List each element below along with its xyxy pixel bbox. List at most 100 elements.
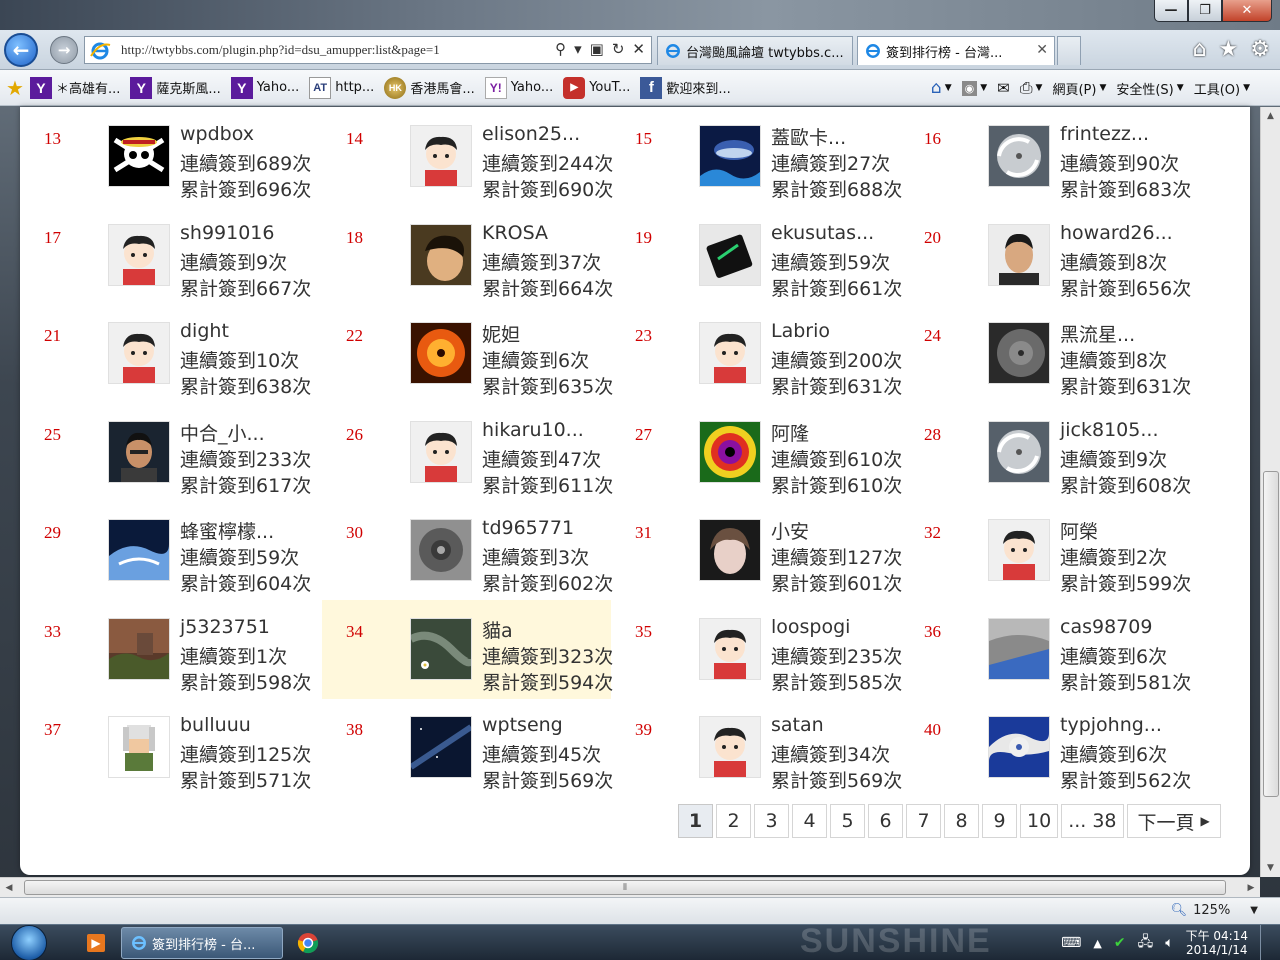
username-link[interactable]: elison25... — [482, 123, 580, 145]
user-avatar[interactable] — [988, 618, 1050, 680]
username-link[interactable]: frintezz... — [1060, 123, 1149, 145]
restore-button[interactable]: ❐ — [1188, 0, 1222, 22]
taskbar-ie-window[interactable]: 簽到排行榜 - 台... — [121, 927, 283, 959]
username-link[interactable]: KROSA — [482, 222, 548, 244]
vertical-scroll-thumb[interactable] — [1263, 471, 1279, 797]
security-check-icon[interactable]: ✔ — [1114, 935, 1126, 951]
start-button[interactable] — [4, 925, 54, 960]
user-avatar[interactable] — [699, 224, 761, 286]
user-avatar[interactable] — [988, 224, 1050, 286]
username-link[interactable]: jick8105... — [1060, 419, 1158, 441]
home-icon[interactable]: ⌂ — [1193, 37, 1207, 62]
stop-icon[interactable]: ✕ — [632, 40, 645, 58]
page-link[interactable]: 9 — [982, 804, 1017, 838]
user-avatar[interactable] — [988, 322, 1050, 384]
username-link[interactable]: wptseng — [482, 714, 563, 736]
taskbar-chrome[interactable] — [288, 927, 328, 959]
scroll-left-icon[interactable]: ◀ — [0, 878, 18, 897]
network-icon[interactable]: 🖧︎ — [1138, 931, 1154, 955]
user-avatar[interactable] — [699, 322, 761, 384]
compat-view-icon[interactable]: ▣ — [590, 40, 604, 58]
home-menu[interactable]: ⌂ ▼ — [931, 78, 952, 98]
user-avatar[interactable] — [988, 519, 1050, 581]
username-link[interactable]: typjohng... — [1060, 714, 1162, 736]
address-bar[interactable]: http://twtybbs.com/plugin.php?id=dsu_amu… — [84, 36, 652, 64]
scroll-up-icon[interactable]: ▲ — [1261, 107, 1280, 125]
user-avatar[interactable] — [410, 224, 472, 286]
favorite-link[interactable]: Y 薩克斯風... — [130, 76, 221, 99]
favorite-link[interactable]: f 歡迎來到... — [640, 76, 731, 99]
taskbar-media-player[interactable]: ▶ — [76, 927, 116, 959]
username-link[interactable]: 阿隆 — [771, 419, 809, 446]
user-avatar[interactable] — [699, 716, 761, 778]
user-avatar[interactable] — [410, 519, 472, 581]
user-avatar[interactable] — [410, 125, 472, 187]
tab-twtybbs[interactable]: 台灣颱風論壇 twtybbs.c... — [657, 36, 853, 65]
clock[interactable]: 下午 04:14 2014/1/14 — [1186, 929, 1248, 957]
zoom-control[interactable]: 🔍︎ 125% ▼ — [1171, 903, 1258, 918]
user-avatar[interactable] — [108, 421, 170, 483]
vertical-scrollbar[interactable]: ▲ ▼ — [1260, 107, 1280, 877]
print-menu[interactable]: ⎙ ▼ — [1020, 78, 1043, 98]
username-link[interactable]: howard26... — [1060, 222, 1173, 244]
user-avatar[interactable] — [988, 716, 1050, 778]
user-avatar[interactable] — [988, 421, 1050, 483]
username-link[interactable]: ekusutas... — [771, 222, 874, 244]
close-window-button[interactable]: ✕ — [1222, 0, 1272, 22]
favorite-link[interactable]: ▶ YouT... — [563, 76, 630, 99]
back-button[interactable]: ← — [4, 33, 38, 67]
username-link[interactable]: 妮妲 — [482, 320, 520, 347]
new-tab-button[interactable] — [1057, 36, 1081, 65]
user-avatar[interactable] — [410, 421, 472, 483]
page-link[interactable]: 7 — [906, 804, 941, 838]
user-avatar[interactable] — [699, 125, 761, 187]
username-link[interactable]: td965771 — [482, 517, 574, 539]
username-link[interactable]: 黑流星... — [1060, 320, 1135, 347]
favorite-link[interactable]: Y! Yaho... — [484, 76, 553, 99]
user-avatar[interactable] — [108, 716, 170, 778]
user-avatar[interactable] — [108, 125, 170, 187]
username-link[interactable]: dight — [180, 320, 229, 342]
username-link[interactable]: wpdbox — [180, 123, 254, 145]
keyboard-icon[interactable]: ⌨ — [1061, 935, 1081, 951]
close-tab-icon[interactable]: ✕ — [1036, 42, 1048, 58]
horizontal-scrollbar[interactable]: ◀ ⦀ ▶ — [0, 877, 1260, 897]
user-avatar[interactable] — [410, 322, 472, 384]
page-link[interactable]: 5 — [830, 804, 865, 838]
username-link[interactable]: cas98709 — [1060, 616, 1152, 638]
show-desktop-button[interactable] — [1260, 925, 1270, 960]
feeds-menu[interactable]: ◉ ▼ — [961, 80, 987, 96]
refresh-icon[interactable]: ↻ — [612, 40, 625, 58]
address-url[interactable]: http://twtybbs.com/plugin.php?id=dsu_amu… — [121, 42, 440, 58]
minimize-button[interactable]: — — [1154, 0, 1188, 22]
username-link[interactable]: 蓋歐卡... — [771, 123, 846, 150]
username-link[interactable]: 阿榮 — [1060, 517, 1098, 544]
username-link[interactable]: 小安 — [771, 517, 809, 544]
username-link[interactable]: j5323751 — [180, 616, 270, 638]
page-link[interactable]: 10 — [1020, 804, 1059, 838]
username-link[interactable]: Labrio — [771, 320, 830, 342]
show-hidden-icons[interactable]: ▲ — [1093, 937, 1101, 950]
user-avatar[interactable] — [410, 716, 472, 778]
dropdown-icon[interactable]: ▾ — [574, 40, 582, 58]
tab-ranking[interactable]: 簽到排行榜 - 台灣... ✕ — [857, 36, 1055, 65]
favorites-star-icon[interactable]: ★ — [1219, 37, 1239, 62]
username-link[interactable]: satan — [771, 714, 824, 736]
favorite-link[interactable]: Y Yaho... — [230, 76, 299, 99]
search-icon[interactable]: ⚲ — [555, 40, 566, 58]
page-menu[interactable]: 網頁(P) ▼ — [1052, 79, 1106, 98]
page-link[interactable]: 8 — [944, 804, 979, 838]
user-avatar[interactable] — [108, 618, 170, 680]
horizontal-scroll-thumb[interactable]: ⦀ — [24, 880, 1226, 895]
scroll-down-icon[interactable]: ▼ — [1261, 859, 1280, 877]
page-link[interactable]: 3 — [754, 804, 789, 838]
username-link[interactable]: 蜂蜜檸檬... — [180, 517, 274, 544]
page-current[interactable]: 1 — [678, 804, 713, 838]
user-avatar[interactable] — [108, 224, 170, 286]
mail-button[interactable]: ✉ — [997, 79, 1010, 97]
tools-menu[interactable]: 工具(O) ▼ — [1194, 79, 1250, 98]
favorite-link[interactable]: AT http... — [309, 76, 374, 99]
favorite-link[interactable]: Y ＊高雄有... — [29, 76, 120, 99]
user-avatar[interactable] — [108, 519, 170, 581]
safety-menu[interactable]: 安全性(S) ▼ — [1116, 79, 1183, 98]
